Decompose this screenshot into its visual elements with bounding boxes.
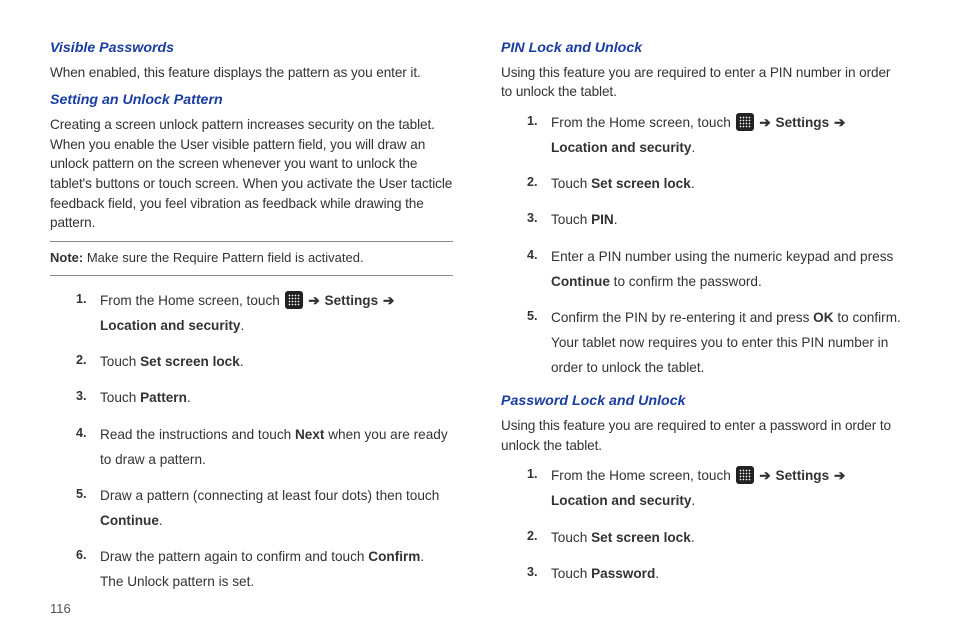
step-text: Touch (100, 354, 140, 369)
heading-setting-unlock-pattern: Setting an Unlock Pattern (50, 90, 453, 111)
kw-settings: Settings (776, 468, 830, 483)
step-text: From the Home screen, touch (100, 293, 284, 308)
step-item: Touch PIN. (527, 207, 904, 232)
step-text: From the Home screen, touch (551, 468, 735, 483)
kw-next: Next (295, 427, 324, 442)
arrow-icon: ➔ (759, 468, 770, 483)
step-item: From the Home screen, touch ➔ Settings ➔… (527, 110, 904, 160)
heading-pin-lock-unlock: PIN Lock and Unlock (501, 38, 904, 59)
step-item: From the Home screen, touch ➔ Settings ➔… (527, 463, 904, 513)
apps-grid-icon (736, 113, 754, 131)
step-text: Touch (551, 530, 591, 545)
step-item: Read the instructions and touch Next whe… (76, 422, 453, 472)
arrow-icon: ➔ (834, 115, 845, 130)
kw-location-security: Location and security (551, 140, 692, 155)
kw-set-screen-lock: Set screen lock (591, 176, 691, 191)
body-text: When enabled, this feature displays the … (50, 63, 453, 83)
kw-ok: OK (813, 310, 833, 325)
step-text: to confirm the password. (610, 274, 762, 289)
kw-continue: Continue (551, 274, 610, 289)
steps-list-pin: From the Home screen, touch ➔ Settings ➔… (501, 110, 904, 380)
right-column: PIN Lock and Unlock Using this feature y… (501, 36, 904, 616)
arrow-icon: ➔ (759, 115, 770, 130)
kw-confirm: Confirm (368, 549, 420, 564)
step-text: The Unlock pattern is set. (100, 574, 254, 589)
step-item: Touch Set screen lock. (76, 349, 453, 374)
kw-pattern: Pattern (140, 390, 187, 405)
note-box: Note: Make sure the Require Pattern fiel… (50, 241, 453, 276)
step-item: From the Home screen, touch ➔ Settings ➔… (76, 288, 453, 338)
step-item: Touch Password. (527, 561, 904, 586)
step-text: From the Home screen, touch (551, 115, 735, 130)
kw-location-security: Location and security (551, 493, 692, 508)
step-item: Draw a pattern (connecting at least four… (76, 483, 453, 533)
kw-settings: Settings (776, 115, 830, 130)
kw-location-security: Location and security (100, 318, 241, 333)
step-text: Read the instructions and touch (100, 427, 295, 442)
heading-password-lock-unlock: Password Lock and Unlock (501, 391, 904, 412)
apps-grid-icon (736, 466, 754, 484)
step-item: Touch Pattern. (76, 385, 453, 410)
step-item: Draw the pattern again to confirm and to… (76, 544, 453, 594)
step-item: Touch Set screen lock. (527, 171, 904, 196)
step-text: Enter a PIN number using the numeric key… (551, 249, 893, 264)
step-item: Confirm the PIN by re-entering it and pr… (527, 305, 904, 380)
step-text: Touch (551, 176, 591, 191)
note-text: Make sure the Require Pattern field is a… (83, 250, 363, 265)
steps-list-password: From the Home screen, touch ➔ Settings ➔… (501, 463, 904, 586)
kw-pin: PIN (591, 212, 614, 227)
step-text: Touch (100, 390, 140, 405)
body-text: Using this feature you are required to e… (501, 63, 904, 102)
body-text: Using this feature you are required to e… (501, 416, 904, 455)
step-text: Draw a pattern (connecting at least four… (100, 488, 439, 503)
step-text: Touch (551, 566, 591, 581)
kw-continue: Continue (100, 513, 159, 528)
apps-grid-icon (285, 291, 303, 309)
step-item: Touch Set screen lock. (527, 525, 904, 550)
step-item: Enter a PIN number using the numeric key… (527, 244, 904, 294)
heading-visible-passwords: Visible Passwords (50, 38, 453, 59)
arrow-icon: ➔ (308, 293, 319, 308)
kw-set-screen-lock: Set screen lock (140, 354, 240, 369)
kw-password: Password (591, 566, 655, 581)
left-column: Visible Passwords When enabled, this fea… (50, 36, 453, 616)
page-number: 116 (50, 601, 71, 616)
step-text: Confirm the PIN by re-entering it and pr… (551, 310, 813, 325)
body-text: Creating a screen unlock pattern increas… (50, 115, 453, 233)
kw-settings: Settings (325, 293, 379, 308)
arrow-icon: ➔ (834, 468, 845, 483)
arrow-icon: ➔ (383, 293, 394, 308)
steps-list-pattern: From the Home screen, touch ➔ Settings ➔… (50, 288, 453, 594)
kw-set-screen-lock: Set screen lock (591, 530, 691, 545)
note-label: Note: (50, 250, 83, 265)
step-text: Draw the pattern again to confirm and to… (100, 549, 368, 564)
step-text: Touch (551, 212, 591, 227)
